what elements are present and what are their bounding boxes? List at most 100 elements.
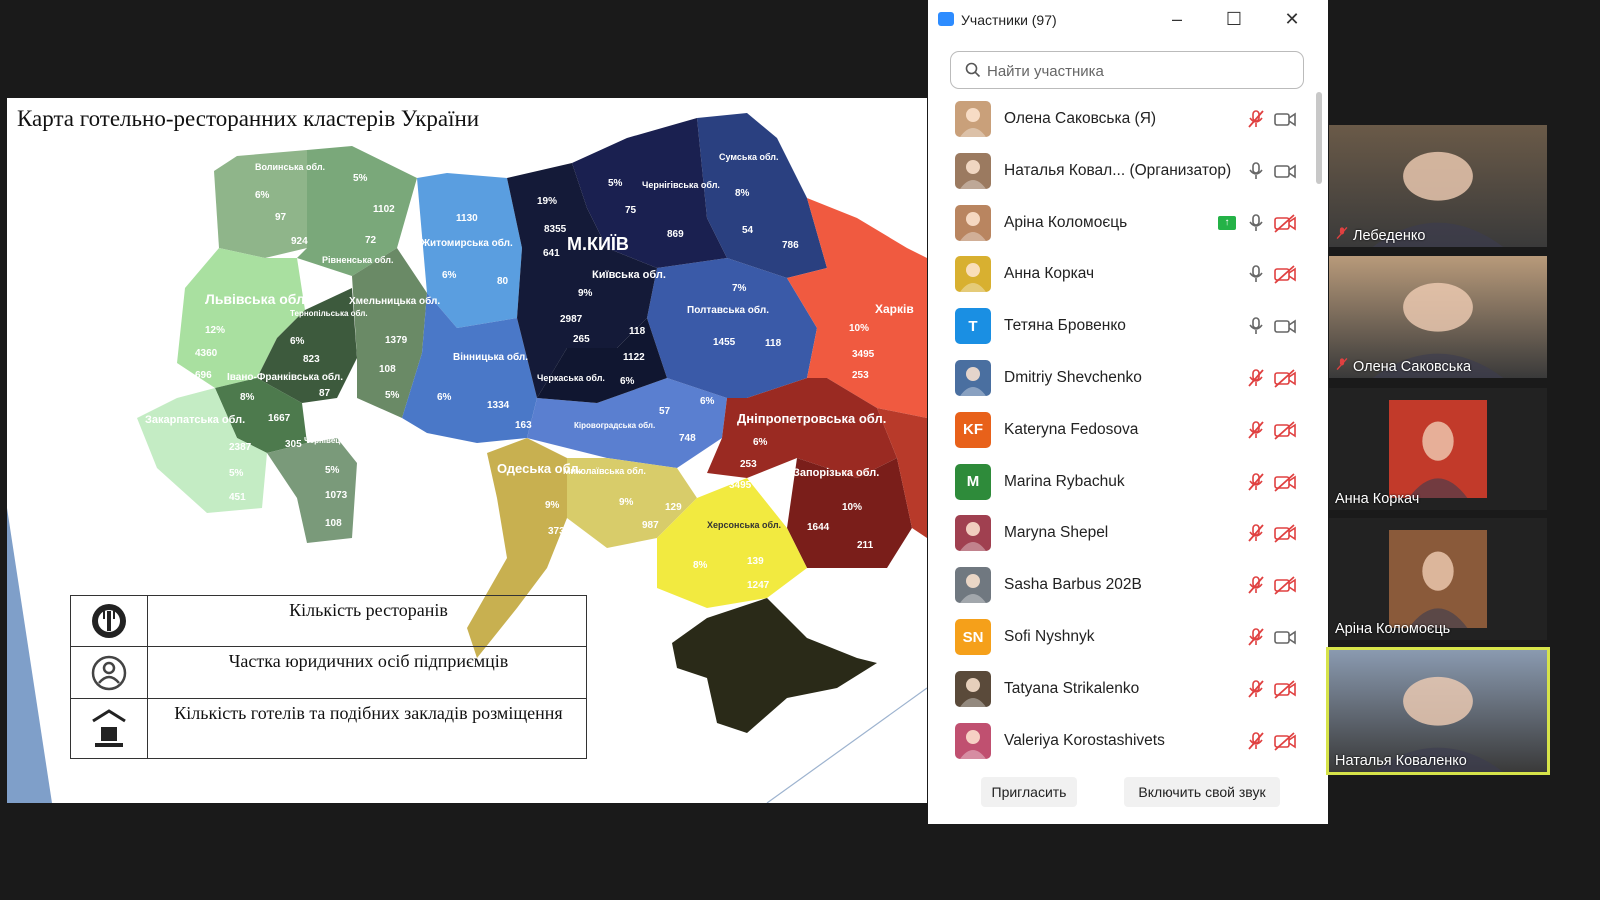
mic-muted-icon[interactable] [1246,472,1266,497]
participant-row[interactable]: T Тетяна Бровенко [928,301,1313,353]
mic-muted-icon[interactable] [1246,575,1266,600]
mic-muted-icon[interactable] [1246,368,1266,393]
camera-off-icon[interactable] [1273,523,1297,548]
participant-row[interactable]: Наталья Ковал... (Организатор) [928,146,1313,198]
chernihiv-hotels: 75 [625,205,637,216]
camera-icon[interactable] [1273,627,1297,652]
region-label-chernihiv: Чернігівська обл. [642,180,720,190]
kharkiv-restaurants: 3495 [852,349,875,360]
video-tile[interactable]: Наталья Коваленко [1326,647,1550,775]
mic-icon[interactable] [1246,213,1266,238]
ivano-frankivsk-hotels: 305 [285,439,302,450]
video-tile[interactable]: Олена Саковська [1329,256,1547,378]
mic-icon[interactable] [1246,264,1266,289]
tile-name: Наталья Коваленко [1335,753,1467,769]
camera-off-icon[interactable] [1273,575,1297,600]
tile-name-label: Лебеденко [1353,228,1426,244]
lviv-share: 12% [205,325,225,336]
camera-icon[interactable] [1273,316,1297,341]
minimize-button[interactable]: – [1166,8,1188,30]
volyn-hotels: 97 [275,212,287,223]
hotel-icon [71,699,148,759]
participant-row[interactable]: Maryna Shepel [928,508,1313,560]
participant-search[interactable] [950,51,1304,89]
close-button[interactable]: ✕ [1281,8,1303,30]
participant-row[interactable]: M Marina Rybachuk [928,457,1313,509]
mic-muted-icon[interactable] [1246,627,1266,652]
participant-name: Олена Саковська (Я) [1004,110,1157,127]
legend-text-hotels: Кількість готелів та подібних закладів р… [174,703,563,723]
participant-list: Олена Саковська (Я) Наталья Ковал... (Орг… [928,94,1328,764]
participant-row[interactable]: Valeriya Korostashivets [928,716,1313,764]
kyiv-obl-hotels: 265 [573,334,590,345]
legend-row-hotels: Кількість готелів та подібних закладів р… [71,698,586,759]
unmute-self-button[interactable]: Включить свой звук [1124,777,1280,807]
participant-name: Sasha Barbus 202B [1004,576,1142,594]
zhytomyr-share: 6% [442,270,457,281]
mic-muted-icon[interactable] [1246,420,1266,445]
mic-muted-icon[interactable] [1246,523,1266,548]
legend-text-restaurants: Кількість ресторанів [289,600,448,620]
region-label-chernivtsi: Чернівецька обл. [304,436,373,445]
cherkasy-hotels: 118 [629,326,646,337]
participant-list-scrollbar[interactable] [1316,92,1322,184]
mic-icon[interactable] [1246,316,1266,341]
tile-name-label: Наталья Коваленко [1335,753,1467,769]
kyiv-city-restaurants: 8355 [544,224,567,235]
camera-icon[interactable] [1273,109,1297,134]
camera-off-icon[interactable] [1273,679,1297,704]
khmelnytskyi-share: 5% [385,390,400,401]
shared-screen-slide: М.КИЇВ Волинська обл. 6% 97 924 5% 1102 … [7,98,927,803]
camera-off-icon[interactable] [1273,472,1297,497]
camera-off-icon[interactable] [1273,420,1297,445]
tile-name-label: Олена Саковська [1353,359,1472,375]
kyiv-city-share: 19% [537,196,557,207]
participant-row[interactable]: Анна Коркач [928,249,1313,301]
participant-row[interactable]: Sasha Barbus 202B [928,560,1313,612]
tile-name: Олена Саковська [1335,357,1471,375]
video-feed [1389,400,1487,498]
mic-icon[interactable] [1246,161,1266,186]
video-tile[interactable]: Аріна Коломоєць [1329,518,1547,640]
avatar [955,670,991,707]
person-icon [71,647,148,699]
region-label-mykolaiv: Миколаївська обл. [563,466,646,476]
camera-off-icon[interactable] [1273,368,1297,393]
participant-row[interactable]: Tatyana Strikalenko [928,664,1313,716]
search-icon [965,62,981,78]
camera-off-icon[interactable] [1273,213,1297,238]
participant-row[interactable]: Олена Саковська (Я) [928,94,1313,146]
participant-row[interactable]: KF Kateryna Fedosova [928,405,1313,457]
participant-name: Dmitriy Shevchenko [1004,369,1142,386]
odesa-share: 9% [545,500,560,511]
region-label-poltava: Полтавська обл. [687,304,769,316]
ternopil-hotels: 87 [319,388,331,399]
participant-row[interactable]: SN Sofi Nyshnyk [928,612,1313,664]
maximize-button[interactable]: ☐ [1223,8,1245,30]
poltava-restaurants: 1455 [713,337,736,348]
tile-name: Анна Коркач [1335,491,1419,507]
restaurant-icon [71,596,148,646]
lviv-hotels: 696 [195,370,212,381]
zaporizhzhia-hotels: 211 [857,540,874,551]
camera-icon[interactable] [1273,161,1297,186]
search-input[interactable] [985,59,1289,83]
kirovohrad-restaurants: 748 [679,433,696,444]
mic-muted-icon[interactable] [1246,109,1266,134]
video-tile[interactable]: Лебеденко [1329,125,1547,247]
invite-button[interactable]: Пригласить [981,777,1077,807]
region-label-ivano-frankivsk: Івано-Франківська обл. [227,371,343,383]
region-label-kharkiv: Харків [875,302,914,316]
tile-name: Аріна Коломоєць [1335,621,1450,637]
video-tile[interactable]: Анна Коркач [1329,388,1547,510]
participant-row[interactable]: Dmitriy Shevchenko [928,353,1313,405]
camera-off-icon[interactable] [1273,264,1297,289]
region-crimea [672,598,877,733]
mic-muted-icon[interactable] [1246,679,1266,704]
poltava-share: 7% [732,283,747,294]
camera-off-icon[interactable] [1273,731,1297,756]
legend-text-share: Частка юридичних осіб підприємців [228,651,509,671]
kyiv-obl-restaurants: 2987 [560,314,583,325]
participant-row[interactable]: Аріна Коломоєць ↑ [928,198,1313,250]
mic-muted-icon[interactable] [1246,731,1266,756]
